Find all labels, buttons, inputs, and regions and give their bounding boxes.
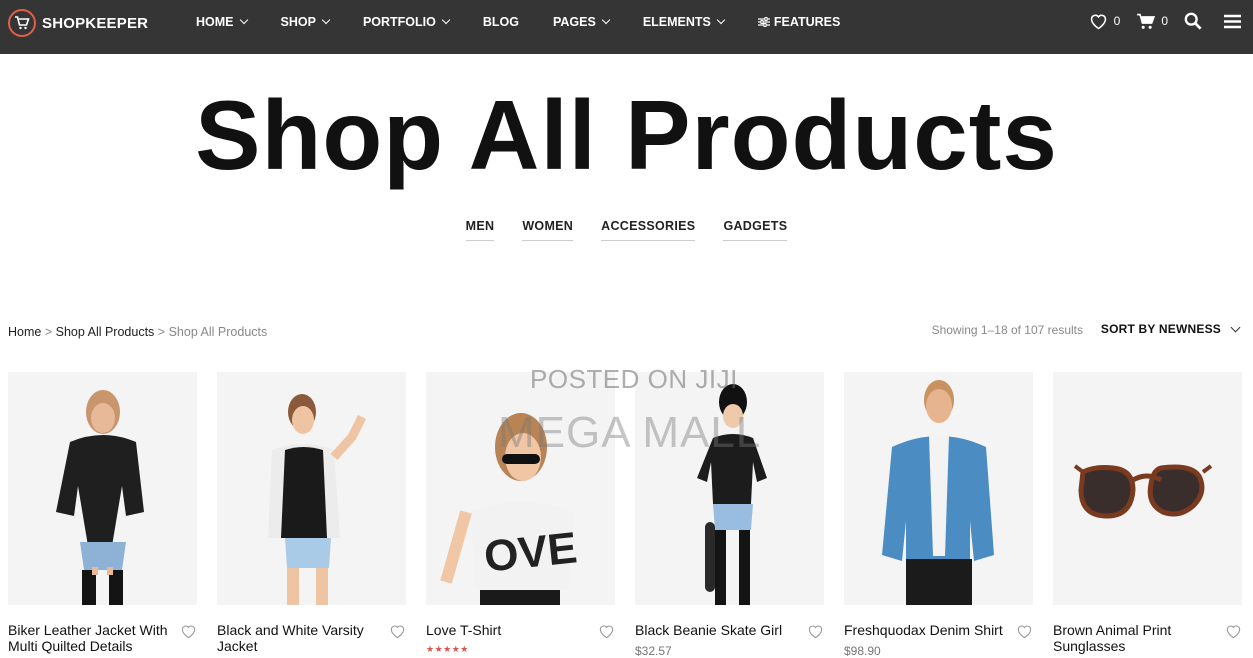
product-card[interactable]: Black Beanie Skate Girl $32.57 — [635, 372, 824, 658]
shopping-cart-logo-icon — [8, 9, 36, 37]
category-men[interactable]: MEN — [465, 219, 495, 241]
nav-portfolio[interactable]: PORTFOLIO — [362, 15, 451, 29]
main-nav: HOME SHOP PORTFOLIO BLOG PAGES ELEMENTS … — [196, 15, 840, 29]
breadcrumb-section[interactable]: Shop All Products — [56, 325, 155, 339]
product-image[interactable] — [8, 372, 197, 605]
product-image[interactable] — [217, 372, 406, 605]
category-links: MEN WOMEN ACCESSORIES GADGETS — [0, 219, 1253, 241]
header-actions: 0 0 — [1089, 12, 1241, 30]
search-icon[interactable] — [1184, 12, 1202, 30]
cart-count: 0 — [1161, 14, 1168, 28]
product-card[interactable]: OVE Love T-Shirt ★★★★★ — [426, 372, 615, 654]
product-price: $32.57 — [635, 644, 672, 658]
chevron-down-icon — [1230, 322, 1241, 332]
nav-shop[interactable]: SHOP — [280, 15, 331, 29]
results-count: Showing 1–18 of 107 results — [931, 323, 1083, 337]
heart-icon[interactable] — [1089, 13, 1108, 30]
category-women[interactable]: WOMEN — [522, 219, 574, 241]
heart-icon[interactable] — [1016, 624, 1033, 639]
sliders-icon — [757, 17, 770, 27]
menu-icon[interactable] — [1224, 14, 1241, 29]
svg-text:OVE: OVE — [482, 523, 580, 581]
product-grid: Biker Leather Jacket With Multi Quilted … — [8, 372, 1242, 658]
sort-dropdown[interactable]: SORT BY NEWNESS — [1100, 322, 1241, 336]
product-name[interactable]: Brown Animal Print Sunglasses — [1053, 622, 1213, 654]
product-rating: ★★★★★ — [426, 644, 469, 654]
page-title: Shop All Products — [195, 80, 1058, 190]
product-card[interactable]: Black and White Varsity Jacket — [217, 372, 406, 654]
wishlist-count: 0 — [1113, 14, 1121, 28]
product-name[interactable]: Black Beanie Skate Girl — [635, 622, 795, 638]
category-gadgets[interactable]: GADGETS — [723, 219, 788, 241]
nav-pages-label: PAGES — [552, 15, 596, 29]
heart-icon[interactable] — [1225, 624, 1242, 639]
nav-portfolio-label: PORTFOLIO — [362, 15, 436, 29]
product-image[interactable] — [1053, 372, 1242, 605]
nav-features-label: FEATURES — [773, 15, 841, 29]
nav-blog-label: BLOG — [482, 15, 519, 29]
nav-blog[interactable]: BLOG — [483, 15, 519, 29]
product-name[interactable]: Love T-Shirt — [426, 622, 586, 638]
nav-features[interactable]: FEATURES — [757, 15, 841, 29]
breadcrumb-separator: > — [157, 325, 166, 339]
heart-icon[interactable] — [598, 624, 615, 639]
heart-icon[interactable] — [807, 624, 824, 639]
chevron-down-icon — [441, 15, 451, 25]
product-image[interactable] — [635, 372, 824, 605]
nav-home[interactable]: HOME — [196, 15, 248, 29]
nav-home-label: HOME — [196, 15, 234, 29]
product-image[interactable] — [844, 372, 1033, 605]
breadcrumb: Home > Shop All Products > Shop All Prod… — [8, 325, 267, 339]
nav-elements-label: ELEMENTS — [642, 15, 711, 29]
nav-shop-label: SHOP — [280, 15, 316, 29]
chevron-down-icon — [601, 15, 611, 25]
product-image[interactable]: OVE — [426, 372, 615, 605]
heart-icon[interactable] — [389, 624, 406, 639]
product-name[interactable]: Freshquodax Denim Shirt — [844, 622, 1004, 638]
cart-icon[interactable] — [1136, 13, 1156, 30]
watermark-line-1: POSTED ON JIJI — [530, 364, 738, 394]
product-name[interactable]: Biker Leather Jacket With Multi Quilted … — [8, 622, 168, 654]
product-name[interactable]: Black and White Varsity Jacket — [217, 622, 377, 654]
logo[interactable]: SHOPKEEPER — [8, 7, 148, 39]
product-price: $98.90 — [844, 644, 881, 658]
logo-text: SHOPKEEPER — [42, 14, 149, 32]
breadcrumb-home[interactable]: Home — [8, 325, 41, 339]
heart-icon[interactable] — [180, 624, 197, 639]
chevron-down-icon — [716, 15, 726, 25]
top-navigation-bar: SHOPKEEPER HOME SHOP PORTFOLIO BLOG PAGE… — [0, 0, 1253, 54]
breadcrumb-separator: > — [44, 325, 53, 339]
nav-elements[interactable]: ELEMENTS — [642, 15, 726, 29]
chevron-down-icon — [239, 15, 248, 25]
product-card[interactable]: Biker Leather Jacket With Multi Quilted … — [8, 372, 197, 654]
product-card[interactable]: Freshquodax Denim Shirt $98.90 — [844, 372, 1033, 658]
breadcrumb-current: Shop All Products — [168, 325, 268, 339]
sort-label: SORT BY NEWNESS — [1100, 322, 1221, 336]
category-accessories[interactable]: ACCESSORIES — [601, 219, 696, 241]
product-card[interactable]: Brown Animal Print Sunglasses — [1053, 372, 1242, 654]
watermark-line-2: MEGA MALL — [498, 408, 762, 457]
nav-pages[interactable]: PAGES — [552, 15, 611, 29]
chevron-down-icon — [321, 15, 331, 25]
